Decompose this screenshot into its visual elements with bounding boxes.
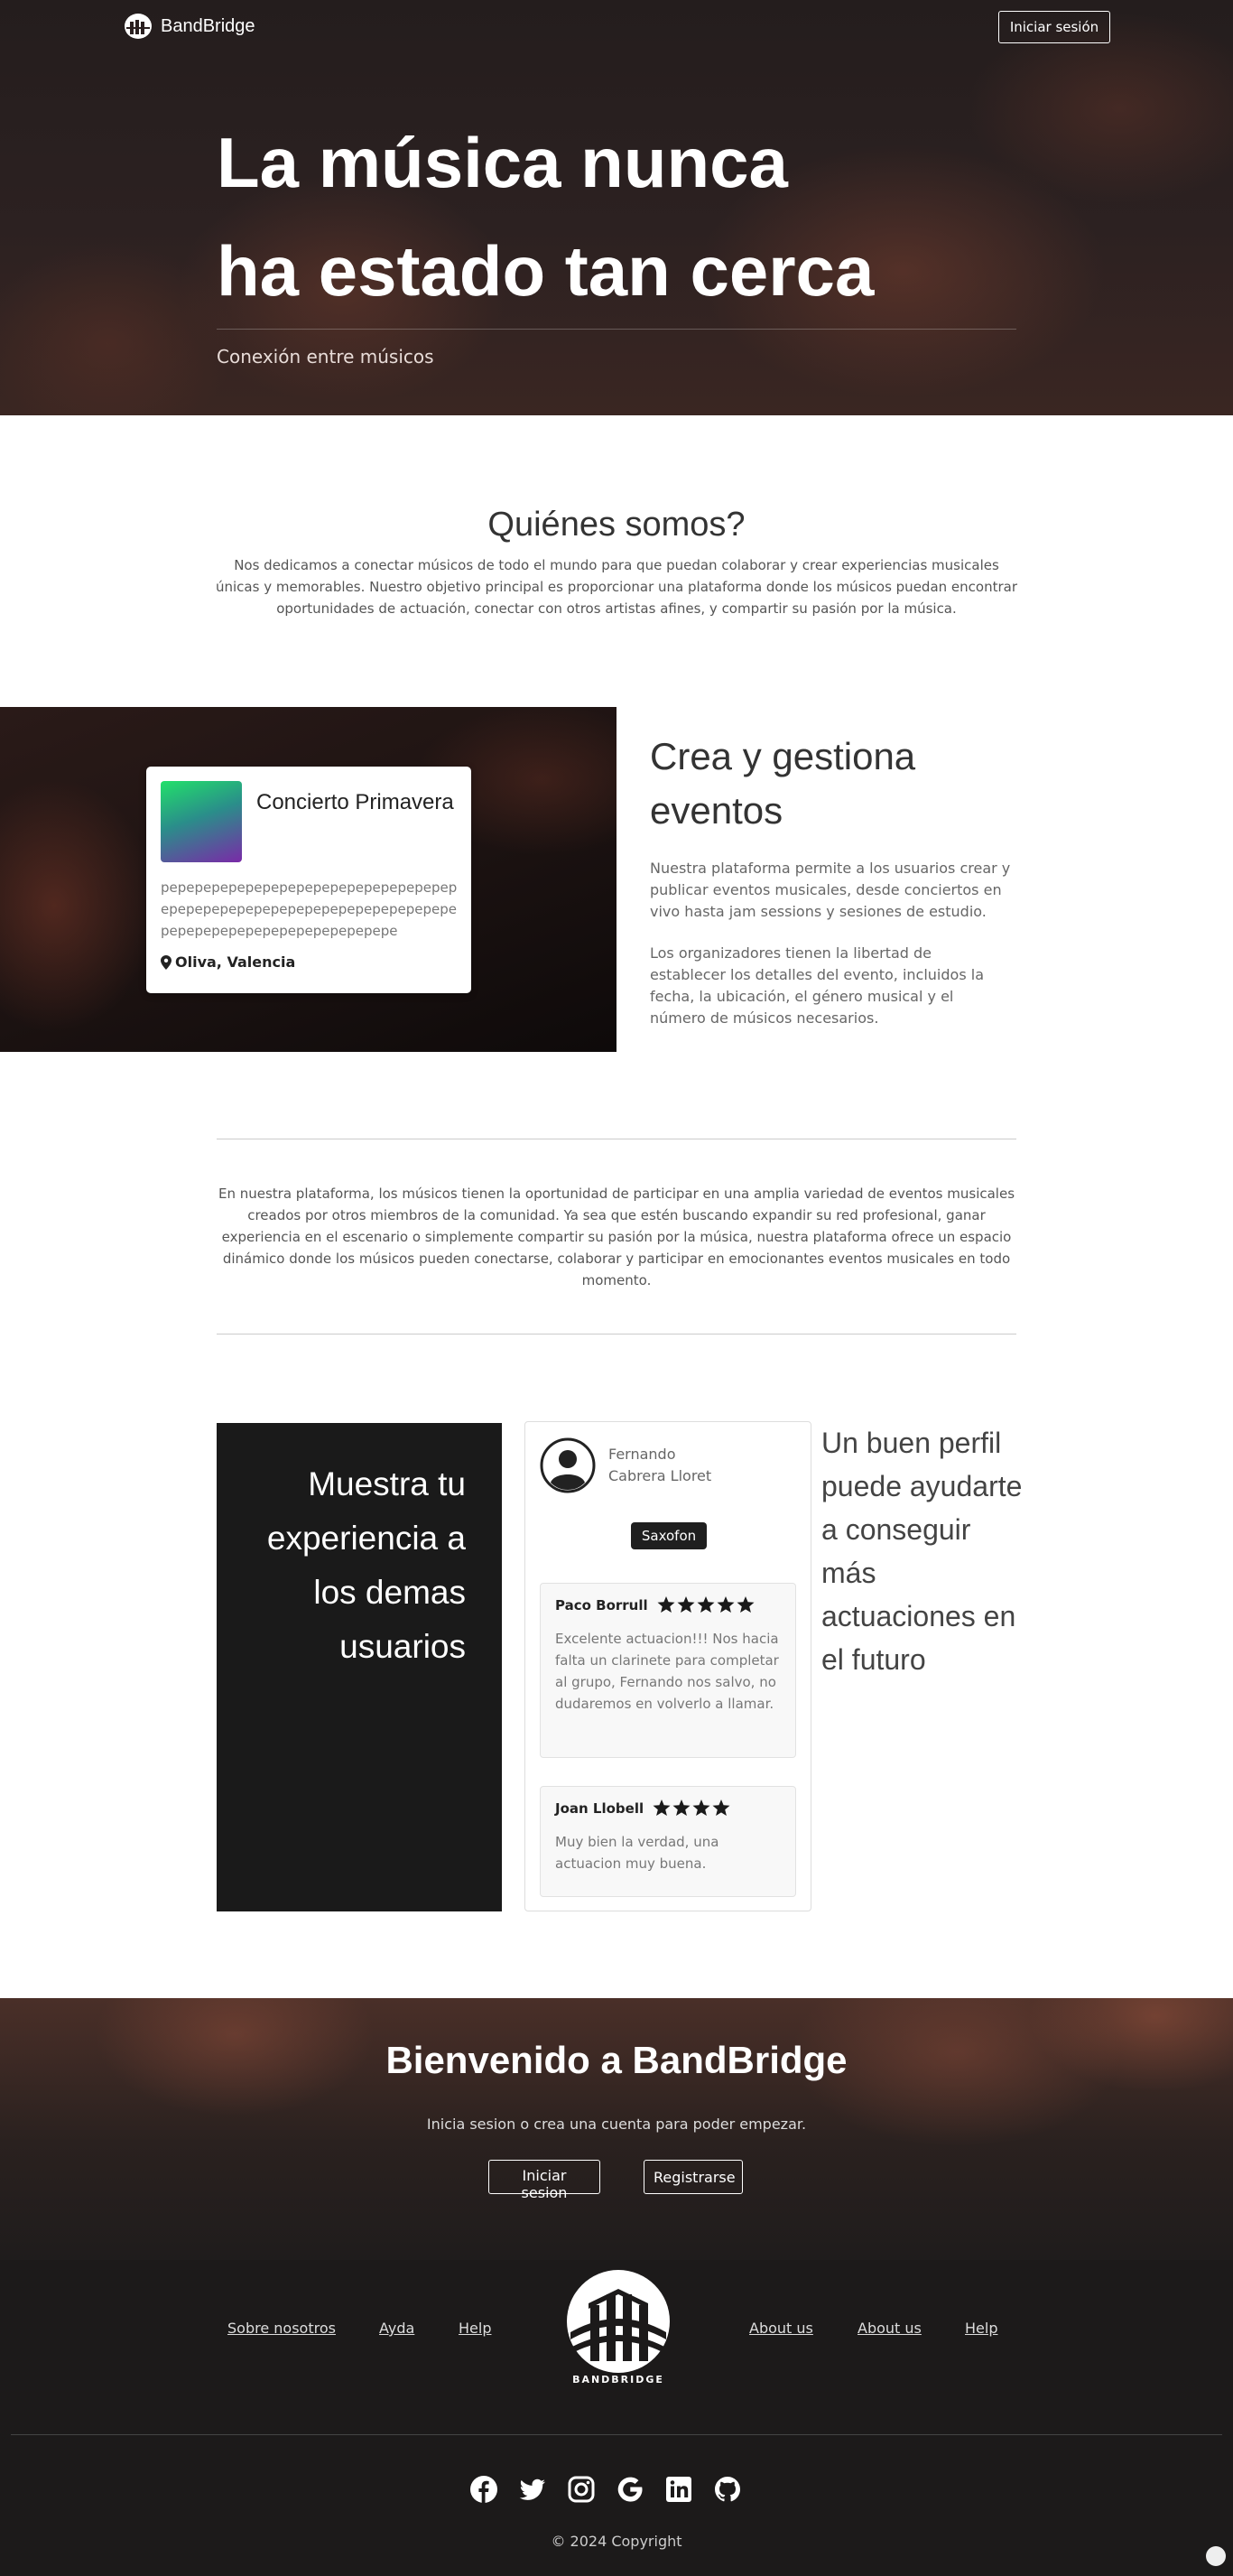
review-header: Paco Borrull	[555, 1596, 781, 1613]
google-icon[interactable]	[616, 2475, 644, 2504]
hero-title-line-2: ha estado tan cerca	[217, 231, 875, 311]
hero-section: BandBridge Iniciar sesión La música nunc…	[0, 0, 1233, 415]
bandbridge-logo-icon	[125, 14, 152, 39]
footer: Sobre nosotros Ayda Help BANDBRIDGE Abou…	[0, 2260, 1233, 2576]
footer-link-ayda[interactable]: Ayda	[379, 2320, 414, 2337]
navbar-brand[interactable]: BandBridge	[123, 13, 255, 40]
star-icon	[712, 1799, 730, 1816]
event-thumbnail	[161, 781, 242, 862]
brand-name: BandBridge	[161, 15, 255, 36]
star-icon	[697, 1596, 715, 1613]
hero-divider	[217, 329, 1016, 330]
footer-link-about-us[interactable]: About us	[749, 2320, 813, 2337]
experience-title: Muestra tu experiencia a los demas usuar…	[266, 1465, 466, 1665]
profile-card: Fernando Cabrera Lloret Saxofon Paco Bor…	[524, 1421, 811, 1911]
nav-login-button[interactable]: Iniciar sesión	[998, 11, 1110, 43]
event-location: Oliva, Valencia	[161, 953, 295, 971]
hero-title: La música nunca ha estado tan cerca	[217, 108, 1029, 325]
rating-stars	[653, 1799, 730, 1817]
register-button[interactable]: Registrarse	[644, 2160, 743, 2194]
rating-stars	[657, 1596, 755, 1613]
review-card: Joan Llobell Muy bien la verdad, una act…	[540, 1786, 796, 1897]
footer-divider	[11, 2434, 1222, 2435]
review-card: Paco Borrull Excelente actuacion!!! Nos …	[540, 1583, 796, 1758]
twitter-icon[interactable]	[518, 2475, 547, 2504]
star-icon	[657, 1596, 675, 1613]
events-paragraph-2: Los organizadores tienen la libertad de …	[650, 944, 984, 1027]
event-title: Concierto Primavera	[256, 790, 454, 814]
review-author: Joan Llobell	[555, 1799, 644, 1817]
review-text: Muy bien la verdad, una actuacion muy bu…	[555, 1834, 719, 1872]
hero-title-line-1: La música nunca	[217, 123, 788, 202]
map-pin-icon	[161, 954, 172, 970]
welcome-section: Bienvenido a BandBridge Inicia sesion o …	[0, 1998, 1233, 2260]
instagram-icon[interactable]	[567, 2475, 596, 2504]
experience-box: Muestra tu experiencia a los demas usuar…	[217, 1423, 502, 1911]
event-location-text: Oliva, Valencia	[175, 953, 296, 971]
star-icon	[677, 1596, 695, 1613]
bandbridge-footer-logo: BANDBRIDGE	[567, 2270, 670, 2385]
login-button[interactable]: Iniciar sesion	[488, 2160, 600, 2201]
copyright: © 2024 Copyright	[551, 2533, 682, 2550]
footer-logo-text: BANDBRIDGE	[572, 2374, 664, 2385]
instrument-badge: Saxofon	[631, 1522, 707, 1549]
star-icon	[692, 1799, 710, 1816]
event-description: pepepepepepepepepepepepepepepepepepepepe…	[161, 879, 458, 939]
about-title: Quiénes somos?	[487, 506, 746, 544]
hero-subtitle: Conexión entre músicos	[217, 346, 434, 367]
footer-link-help-2[interactable]: Help	[965, 2320, 997, 2337]
about-text: Nos dedicamos a conectar músicos de todo…	[216, 557, 1017, 617]
footer-link-about[interactable]: Sobre nosotros	[227, 2320, 336, 2337]
symfony-toolbar-icon[interactable]	[1206, 2546, 1226, 2566]
github-icon[interactable]	[713, 2475, 742, 2504]
review-author: Paco Borrull	[555, 1596, 648, 1613]
user-avatar-icon	[540, 1437, 596, 1493]
linkedin-icon[interactable]	[664, 2475, 693, 2504]
review-text: Excelente actuacion!!! Nos hacia falta u…	[555, 1631, 779, 1712]
review-header: Joan Llobell	[555, 1799, 781, 1817]
star-icon	[653, 1799, 671, 1816]
welcome-subtitle: Inicia sesion o crea una cuenta para pod…	[426, 2116, 807, 2133]
footer-link-about-us-2[interactable]: About us	[858, 2320, 922, 2337]
star-icon	[717, 1596, 735, 1613]
profile-name: Fernando Cabrera Lloret	[608, 1446, 712, 1484]
star-icon	[737, 1596, 755, 1613]
events-heading: Crea y gestiona eventos	[650, 735, 916, 832]
facebook-icon[interactable]	[469, 2475, 498, 2504]
social-links	[469, 2475, 742, 2504]
star-icon	[672, 1799, 691, 1816]
profile-heading: Un buen perfil puede ayudarte a consegui…	[821, 1427, 1023, 1676]
welcome-title: Bienvenido a BandBridge	[385, 2039, 848, 2081]
events-paragraph-1: Nuestra plataforma permite a los usuario…	[650, 860, 1011, 920]
participate-text: En nuestra plataforma, los músicos tiene…	[218, 1186, 1015, 1288]
event-card[interactable]: Concierto Primavera pepepepepepepepepepe…	[146, 767, 471, 993]
footer-link-help[interactable]: Help	[459, 2320, 491, 2337]
